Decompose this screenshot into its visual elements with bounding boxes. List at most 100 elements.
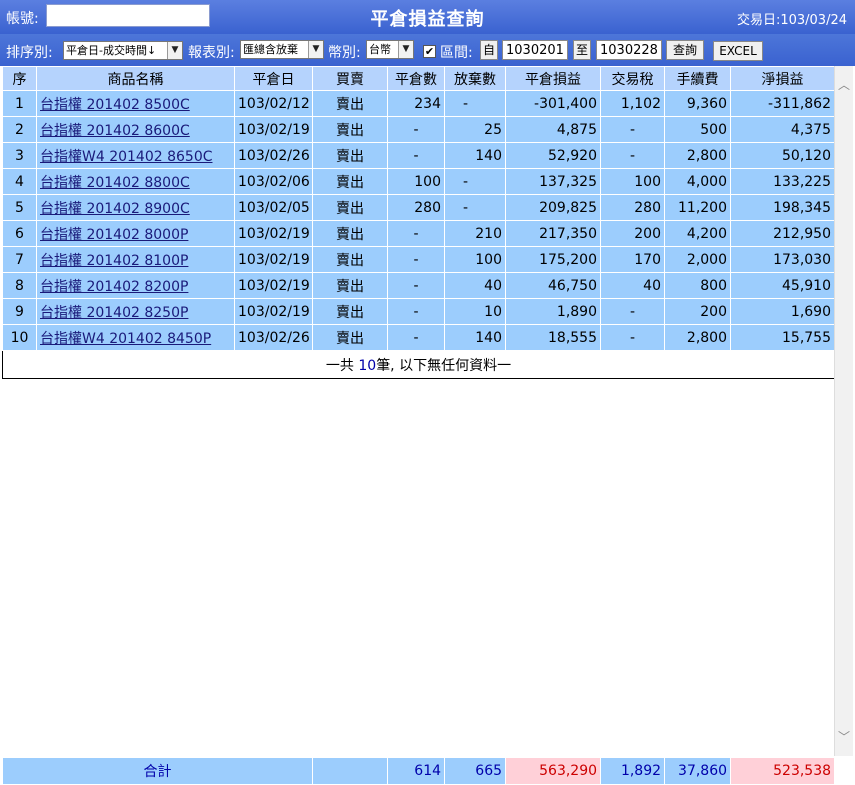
cell-tax: 280	[600, 194, 665, 221]
product-link[interactable]: 台指權 201402 8200P	[40, 279, 188, 295]
cell-product: 台指權W4 201402 8650C	[36, 142, 235, 169]
cell-abandon-qty: 40	[444, 272, 506, 299]
col-header-product[interactable]: 商品名稱	[36, 66, 235, 91]
table-row[interactable]: 3 台指權W4 201402 8650C 103/02/26 賣出 -140 52,920…	[2, 142, 834, 169]
chevron-down-icon: ▼	[308, 41, 323, 58]
product-link[interactable]: 台指權 201402 8900C	[40, 201, 190, 217]
cell-no: 8	[2, 272, 37, 299]
product-link[interactable]: 台指權 201402 8000P	[40, 227, 188, 243]
cell-date: 103/02/19	[234, 220, 313, 247]
cell-pl: 18,555	[505, 324, 601, 351]
cell-date: 103/02/06	[234, 168, 313, 195]
cell-pl: 137,325	[505, 168, 601, 195]
col-header-net[interactable]: 淨損益	[730, 66, 834, 91]
col-header-abandon-qty[interactable]: 放棄數	[444, 66, 506, 91]
trade-date-value: 103/03/24	[780, 13, 847, 28]
table-row[interactable]: 1 台指權 201402 8500C 103/02/12 賣出 234- -301,400…	[2, 90, 834, 117]
col-header-date[interactable]: 平倉日	[234, 66, 313, 91]
cell-net: 173,030	[730, 246, 834, 273]
summary-row: 一共 10筆, 以下無任何資料一	[2, 350, 834, 379]
page-title: 平倉損益查詢	[370, 9, 485, 30]
scroll-up-icon[interactable]: ︿	[835, 76, 853, 94]
cell-no: 1	[2, 90, 37, 117]
table-header-row: 序 商品名稱 平倉日 買賣 平倉數 放棄數 平倉損益 交易稅 手續費 淨損益	[2, 66, 834, 91]
range-checkbox[interactable]: ✔	[423, 45, 436, 58]
cell-abandon-qty: 100	[444, 246, 506, 273]
cell-side: 賣出	[312, 194, 388, 221]
product-link[interactable]: 台指權W4 201402 8450P	[40, 331, 211, 347]
to-date-input[interactable]	[596, 40, 662, 60]
cell-abandon-qty: -	[444, 90, 506, 117]
cell-tax: -	[600, 142, 665, 169]
cell-net: 198,345	[730, 194, 834, 221]
cell-fee: 11,200	[664, 194, 731, 221]
table-row[interactable]: 10 台指權W4 201402 8450P 103/02/26 賣出 -140 18,55…	[2, 324, 834, 351]
scroll-down-icon[interactable]: ﹀	[835, 728, 853, 746]
cell-product: 台指權 201402 8600C	[36, 116, 235, 143]
vertical-scrollbar[interactable]: ︿ ﹀	[834, 66, 853, 756]
col-header-pl[interactable]: 平倉損益	[505, 66, 601, 91]
cell-close-qty: -	[387, 142, 445, 169]
summary-count: 10	[358, 357, 377, 374]
col-header-close-qty[interactable]: 平倉數	[387, 66, 445, 91]
cell-net: 133,225	[730, 168, 834, 195]
results-table-container[interactable]: 序 商品名稱 平倉日 買賣 平倉數 放棄數 平倉損益 交易稅 手續費 淨損益 1…	[2, 66, 834, 756]
cell-net: 212,950	[730, 220, 834, 247]
cell-abandon-qty: 140	[444, 324, 506, 351]
cell-pl: 175,200	[505, 246, 601, 273]
report-select[interactable]: 匯總含放棄 ▼	[240, 40, 324, 59]
to-label: 至	[573, 40, 591, 60]
sort-select[interactable]: 平倉日-成交時間↓ ▼	[63, 41, 183, 60]
table-row[interactable]: 9 台指權 201402 8250P 103/02/19 賣出 -10 1,890-200…	[2, 298, 834, 325]
cell-date: 103/02/19	[234, 116, 313, 143]
table-row[interactable]: 5 台指權 201402 8900C 103/02/05 賣出 280-209,825 2…	[2, 194, 834, 221]
col-header-no[interactable]: 序	[2, 66, 37, 91]
product-link[interactable]: 台指權 201402 8800C	[40, 175, 190, 191]
trade-date: 交易日:103/03/24	[737, 9, 847, 28]
cell-fee: 800	[664, 272, 731, 299]
cell-abandon-qty: 25	[444, 116, 506, 143]
totals-tax: 1,892	[600, 757, 666, 785]
currency-select[interactable]: 台幣 ▼	[366, 40, 414, 59]
table-row[interactable]: 2 台指權 201402 8600C 103/02/19 賣出 -25 4,875-500…	[2, 116, 834, 143]
col-header-tax[interactable]: 交易稅	[600, 66, 665, 91]
check-icon: ✔	[424, 45, 435, 58]
cell-tax: 200	[600, 220, 665, 247]
product-link[interactable]: 台指權 201402 8500C	[40, 97, 190, 113]
product-link[interactable]: 台指權 201402 8600C	[40, 123, 190, 139]
cell-fee: 9,360	[664, 90, 731, 117]
cell-pl: 46,750	[505, 272, 601, 299]
table-row[interactable]: 8 台指權 201402 8200P 103/02/19 賣出 -40 46,750 40 8…	[2, 272, 834, 299]
cell-tax: -	[600, 116, 665, 143]
product-link[interactable]: 台指權W4 201402 8650C	[40, 149, 213, 165]
cell-net: -311,862	[730, 90, 834, 117]
totals-fee: 37,860	[664, 757, 732, 785]
cell-tax: 40	[600, 272, 665, 299]
chevron-down-icon: ▼	[398, 41, 413, 58]
cell-date: 103/02/19	[234, 272, 313, 299]
cell-close-qty: -	[387, 298, 445, 325]
totals-abandon-qty: 665	[444, 757, 507, 785]
totals-empty	[312, 757, 389, 785]
cell-date: 103/02/12	[234, 90, 313, 117]
cell-abandon-qty: 140	[444, 142, 506, 169]
excel-button[interactable]: EXCEL	[713, 41, 763, 61]
product-link[interactable]: 台指權 201402 8100P	[40, 253, 188, 269]
cell-close-qty: -	[387, 220, 445, 247]
summary-text: 一共 10筆, 以下無任何資料一	[2, 350, 834, 379]
cell-date: 103/02/05	[234, 194, 313, 221]
col-header-fee[interactable]: 手續費	[664, 66, 731, 91]
from-date-input[interactable]	[502, 40, 568, 60]
cell-product: 台指權 201402 8500C	[36, 90, 235, 117]
cell-date: 103/02/19	[234, 298, 313, 325]
col-header-side[interactable]: 買賣	[312, 66, 388, 91]
product-link[interactable]: 台指權 201402 8250P	[40, 305, 188, 321]
table-row[interactable]: 6 台指權 201402 8000P 103/02/19 賣出 -210 217,350 2…	[2, 220, 834, 247]
cell-no: 9	[2, 298, 37, 325]
cell-side: 賣出	[312, 272, 388, 299]
cell-abandon-qty: 210	[444, 220, 506, 247]
query-button[interactable]: 查詢	[666, 40, 704, 60]
table-row[interactable]: 7 台指權 201402 8100P 103/02/19 賣出 -100 175,200 1…	[2, 246, 834, 273]
cell-side: 賣出	[312, 90, 388, 117]
table-row[interactable]: 4 台指權 201402 8800C 103/02/06 賣出 100-137,325 1…	[2, 168, 834, 195]
